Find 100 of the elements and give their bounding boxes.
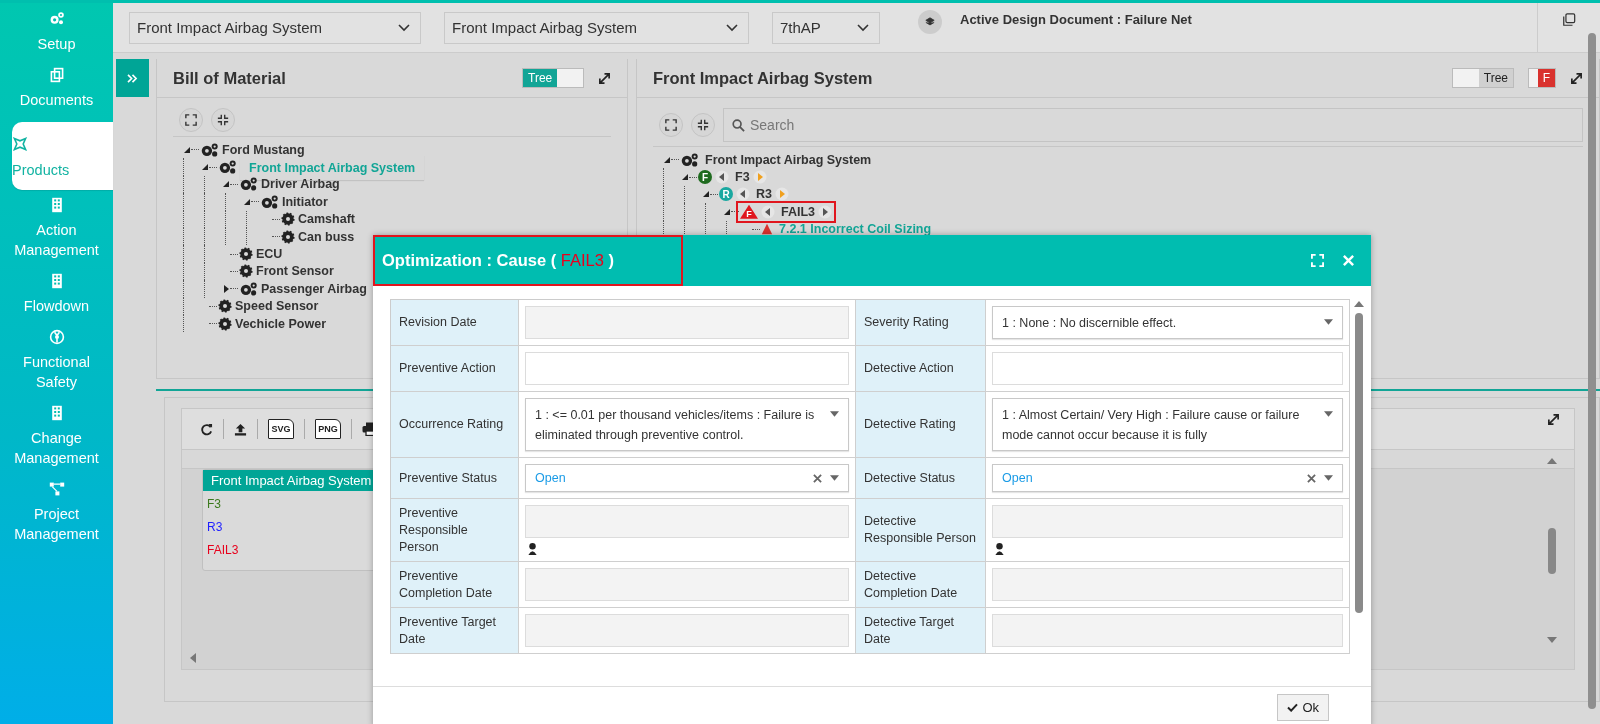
radiation-icon [48, 329, 65, 345]
field-label: Occurrence Rating [391, 392, 519, 458]
scroll-left-icon[interactable] [190, 653, 196, 663]
network-icon [48, 481, 65, 497]
upload-icon[interactable] [234, 422, 247, 436]
dropdown[interactable]: 1 : None : No discernible effect. [992, 306, 1343, 339]
expander-triangle-icon[interactable] [681, 173, 689, 182]
tree-node[interactable]: Initiator [282, 194, 328, 209]
documents-icon [48, 67, 65, 83]
tree-node[interactable]: Vechicle Power [235, 316, 327, 331]
field-label: Detective Responsible Person [856, 499, 986, 562]
search-field[interactable]: Search [723, 108, 1583, 142]
tree-node[interactable]: Driver Airbag [261, 177, 340, 192]
double-chevron-icon [127, 73, 138, 83]
copy-icon[interactable] [1562, 13, 1576, 27]
dropdown[interactable]: Front Impact Airbag System [444, 11, 749, 44]
scrollbar-thumb[interactable] [1588, 33, 1596, 709]
gear-icon [239, 247, 253, 262]
export-file-button[interactable]: PNG [315, 419, 341, 439]
scroll-up-icon[interactable] [1354, 301, 1364, 307]
maximize-icon [665, 119, 677, 131]
tree-node[interactable]: ECU [256, 247, 283, 262]
input-field[interactable] [992, 352, 1343, 385]
gear-icon [218, 299, 232, 314]
gears-icon [680, 152, 699, 167]
expander-triangle-icon[interactable] [201, 163, 209, 172]
person-icon[interactable] [527, 542, 538, 555]
scrollbar-thumb[interactable] [1548, 527, 1556, 574]
tree-node[interactable]: FAIL3 [781, 204, 816, 219]
expander-triangle-icon[interactable] [222, 180, 230, 189]
gear-icon [218, 316, 232, 331]
expand-icon[interactable] [598, 71, 611, 85]
function-badge: F [698, 170, 712, 185]
expander-triangle-icon[interactable] [222, 284, 230, 293]
input-field[interactable] [525, 352, 849, 385]
tree-node[interactable]: Can buss [298, 229, 355, 244]
expander-triangle-icon[interactable] [243, 197, 251, 206]
gears-icon [200, 142, 219, 157]
clear-icon[interactable] [1307, 473, 1316, 483]
tree-node[interactable]: R3 [756, 187, 772, 202]
scroll-up-icon[interactable] [1547, 458, 1557, 464]
tree-node[interactable]: F3 [735, 170, 750, 185]
export-file-button[interactable]: SVG [268, 419, 294, 439]
date-field[interactable] [525, 614, 849, 647]
expand-all-button[interactable] [659, 113, 683, 137]
dropdown[interactable]: Front Impact Airbag System [129, 11, 421, 44]
ok-button[interactable]: Ok [1277, 693, 1329, 721]
field-label: Detective Action [856, 346, 986, 392]
person-icon[interactable] [994, 542, 1005, 555]
expand-icon[interactable] [1547, 413, 1560, 426]
clear-icon[interactable] [813, 473, 822, 483]
search-icon [732, 119, 745, 132]
field-label: Detective Rating [856, 392, 986, 458]
expander-triangle-icon[interactable] [183, 145, 191, 154]
gear-icon [281, 212, 295, 227]
dropdown[interactable]: 7thAP [772, 11, 880, 44]
expander-triangle-icon[interactable] [702, 190, 710, 199]
expand-all-button[interactable] [179, 108, 203, 132]
input-field[interactable] [525, 505, 849, 538]
field-label: Revision Date [391, 300, 519, 346]
check-icon [1287, 702, 1299, 712]
gear-icon [239, 264, 253, 279]
gear-icon [281, 229, 295, 244]
input-field[interactable] [992, 505, 1343, 538]
tree-node[interactable]: Passenger Airbag [261, 281, 367, 296]
refresh-icon[interactable] [200, 422, 213, 436]
tree-node[interactable]: Front Sensor [256, 264, 334, 279]
gears-icon [260, 194, 279, 209]
field-label: Preventive Responsible Person [391, 499, 519, 562]
tree-node[interactable]: Camshaft [298, 212, 355, 227]
card-row-text: FAIL3 [206, 542, 240, 559]
requirement-badge: R [719, 187, 733, 202]
field-label: Detective Completion Date [856, 562, 986, 608]
field-label: Severity Rating [856, 300, 986, 346]
layers-icon [925, 17, 935, 27]
scroll-down-icon[interactable] [1547, 637, 1557, 643]
field-label: Detective Target Date [856, 608, 986, 654]
layers-button[interactable] [918, 10, 942, 34]
expand-icon[interactable] [1570, 71, 1583, 85]
date-field[interactable] [525, 306, 849, 339]
expander-triangle-icon[interactable] [723, 207, 731, 216]
expander-triangle-icon[interactable] [663, 155, 671, 164]
card-row-text: R3 [206, 519, 224, 536]
collapse-all-button[interactable] [691, 113, 715, 137]
chevron-icon [726, 23, 738, 32]
view-toggle[interactable]: Tree [1452, 68, 1514, 88]
gears-icon [239, 177, 258, 192]
date-field[interactable] [992, 568, 1343, 601]
tree-node[interactable]: Ford Mustang [222, 142, 305, 157]
dropdown[interactable]: 1 : <= 0.01 per thousand vehicles/items : Failure is eliminated through preventive control. [525, 398, 849, 451]
date-field[interactable] [525, 568, 849, 601]
scrollbar-thumb[interactable] [1355, 313, 1363, 613]
dropdown[interactable]: 1 : Almost Certain/ Very High : Failure cause or failure mode cannot occur because it is fully [992, 398, 1343, 451]
date-field[interactable] [992, 614, 1343, 647]
caret-icon [1324, 475, 1333, 481]
gears-icon [218, 160, 237, 175]
tree-node[interactable]: Speed Sensor [235, 299, 319, 314]
tree-node[interactable]: Front Impact Airbag System [705, 152, 872, 167]
collapse-all-button[interactable] [211, 108, 235, 132]
filter-toggle[interactable]: F [1528, 68, 1556, 88]
